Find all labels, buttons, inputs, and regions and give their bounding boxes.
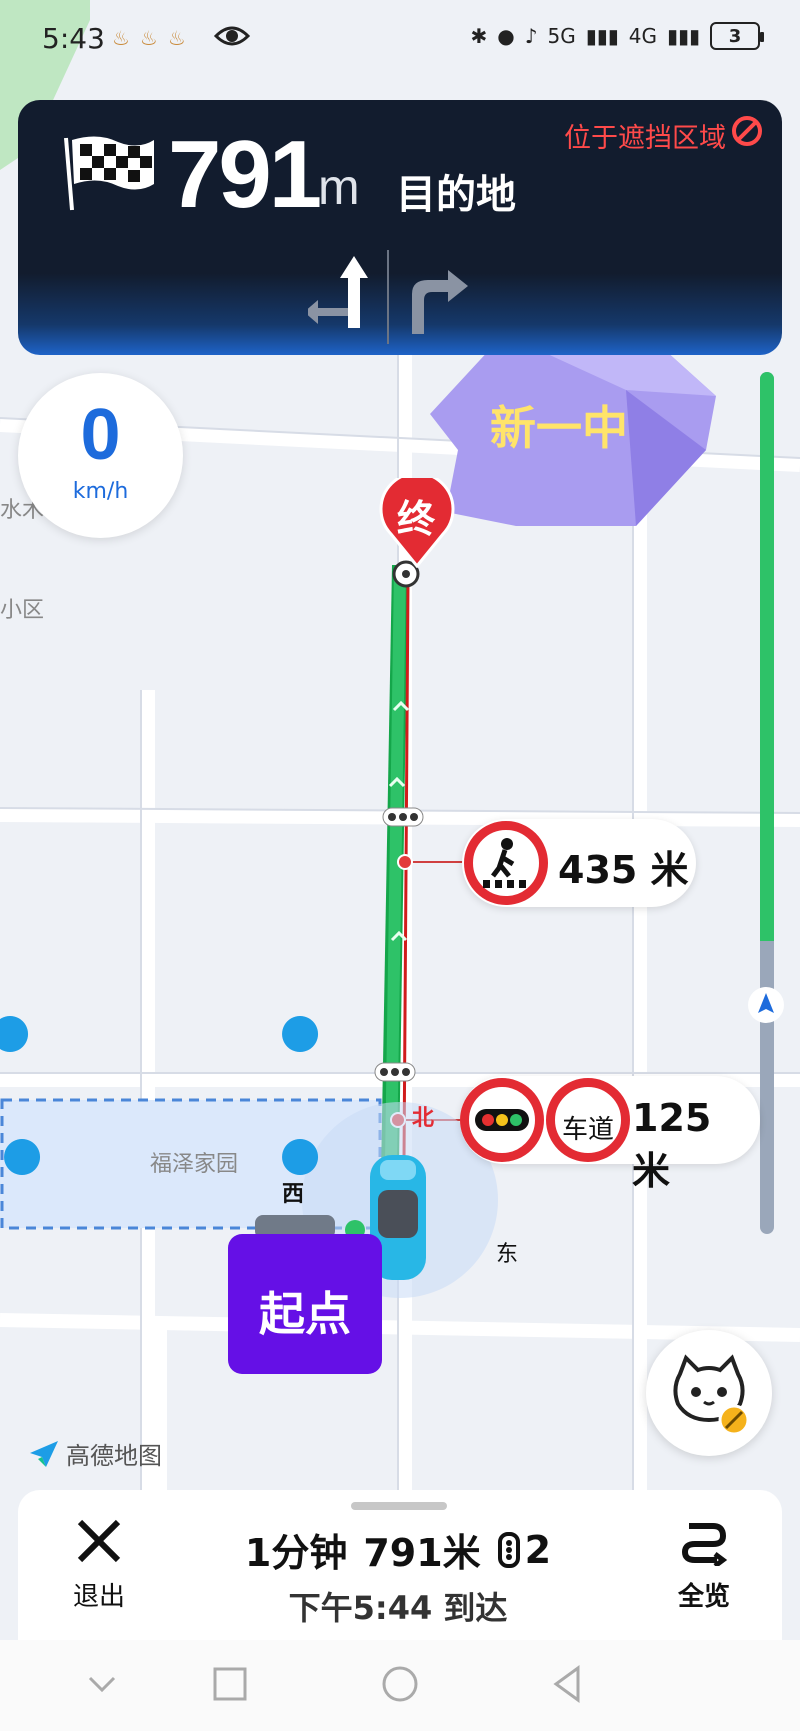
arrival-time: 下午5:44 到达: [288, 1589, 508, 1627]
trip-info-panel[interactable]: 退出 1分钟 791米 2 下午5:44 到达 全览: [18, 1490, 782, 1640]
amap-logo: 高德地图: [28, 1436, 162, 1471]
traffic-light-distance: 125 米: [632, 1096, 712, 1193]
trip-summary: 1分钟 791米 2 下午5:44 到达: [218, 1522, 578, 1629]
mic-icon: ♪: [524, 24, 538, 48]
lane-guidance: [308, 250, 468, 344]
network-5g: 5G: [547, 24, 576, 48]
status-time: 5:43: [42, 22, 105, 55]
checkered-flag-icon: [64, 136, 154, 211]
assistant-cat-icon: [673, 1354, 750, 1436]
route-progress-fill: [760, 372, 774, 941]
system-navigation-bar: [0, 1640, 800, 1731]
navigation-banner[interactable]: 791 m 目的地 位于遮挡区域: [18, 100, 782, 355]
community-label: 福泽家园: [150, 1152, 239, 1177]
battery-level: 3: [728, 25, 742, 47]
distance-unit: m: [318, 159, 360, 215]
overview-label: 全览: [677, 1582, 730, 1612]
speed-value: 0: [80, 395, 121, 475]
recent-apps-icon[interactable]: [210, 1664, 250, 1704]
traffic-light-count: 2: [524, 1527, 552, 1572]
voice-assistant-button[interactable]: [646, 1330, 772, 1456]
start-marker[interactable]: 起点: [228, 1234, 382, 1374]
route-overview-icon: [681, 1523, 728, 1568]
crosswalk-alert: 435 米: [462, 819, 696, 907]
lane-text: 车道: [561, 1115, 614, 1145]
location-icon: ●: [497, 24, 515, 48]
network-4g: 4G: [628, 24, 657, 48]
destination-label: 目的地: [396, 172, 516, 218]
route-progress-bar: [760, 372, 774, 1234]
crosswalk-distance: 435 米: [558, 848, 689, 892]
compass-north: 北: [412, 1106, 435, 1131]
speed-unit: km/h: [72, 479, 129, 504]
traffic-light-count-icon: [497, 1531, 520, 1568]
traffic-light-alert: 车道 125 米: [460, 1076, 760, 1193]
status-bar: 5:43 ♨♨♨ ✱ ● ♪ 5G ▮▮▮ 4G ▮▮▮ 3: [0, 0, 800, 80]
drag-handle[interactable]: [351, 1502, 447, 1510]
signal-icon: ▮▮▮: [585, 24, 619, 48]
destination-name: 新一中: [490, 401, 628, 455]
traffic-light-icon: [460, 1078, 544, 1162]
pedestrian-crossing-icon: [464, 821, 548, 905]
signal-icon-2: ▮▮▮: [666, 24, 700, 48]
hide-keyboard-icon[interactable]: [82, 1664, 122, 1704]
close-icon: [77, 1519, 121, 1563]
lane-restriction-icon: 车道: [546, 1078, 630, 1162]
lane-left-straight-icon: [308, 256, 368, 328]
end-pin-label: 终: [396, 497, 435, 541]
remaining-distance: 791米: [363, 1531, 481, 1575]
next-maneuver-distance: 791: [168, 121, 322, 228]
start-label: 起点: [259, 1287, 351, 1341]
remaining-time: 1分钟: [244, 1531, 348, 1575]
compass-west: 西: [282, 1182, 305, 1207]
signal-blocked-icon: [732, 116, 762, 146]
status-indicators: ✱ ● ♪ 5G ▮▮▮ 4G ▮▮▮ 3: [470, 22, 764, 50]
amap-logo-icon: [30, 1440, 58, 1467]
logo-text: 高德地图: [66, 1442, 162, 1470]
speedometer: 0 km/h: [18, 373, 183, 538]
compass-east: 东: [496, 1242, 519, 1267]
home-icon[interactable]: [380, 1664, 420, 1704]
lane-right-turn-icon: [412, 270, 468, 334]
notification-icons: ♨♨♨: [112, 26, 196, 50]
eye-icon: [214, 26, 250, 46]
bluetooth-icon: ✱: [470, 24, 488, 48]
exit-button[interactable]: 退出: [54, 1516, 144, 1616]
occlusion-warning: 位于遮挡区域: [564, 123, 726, 154]
back-icon[interactable]: [548, 1664, 588, 1704]
overview-button[interactable]: 全览: [654, 1516, 754, 1616]
battery-icon: 3: [710, 22, 764, 50]
exit-label: 退出: [72, 1582, 125, 1612]
progress-marker-icon: [748, 987, 784, 1023]
map-poi-label: 小区: [0, 598, 45, 623]
